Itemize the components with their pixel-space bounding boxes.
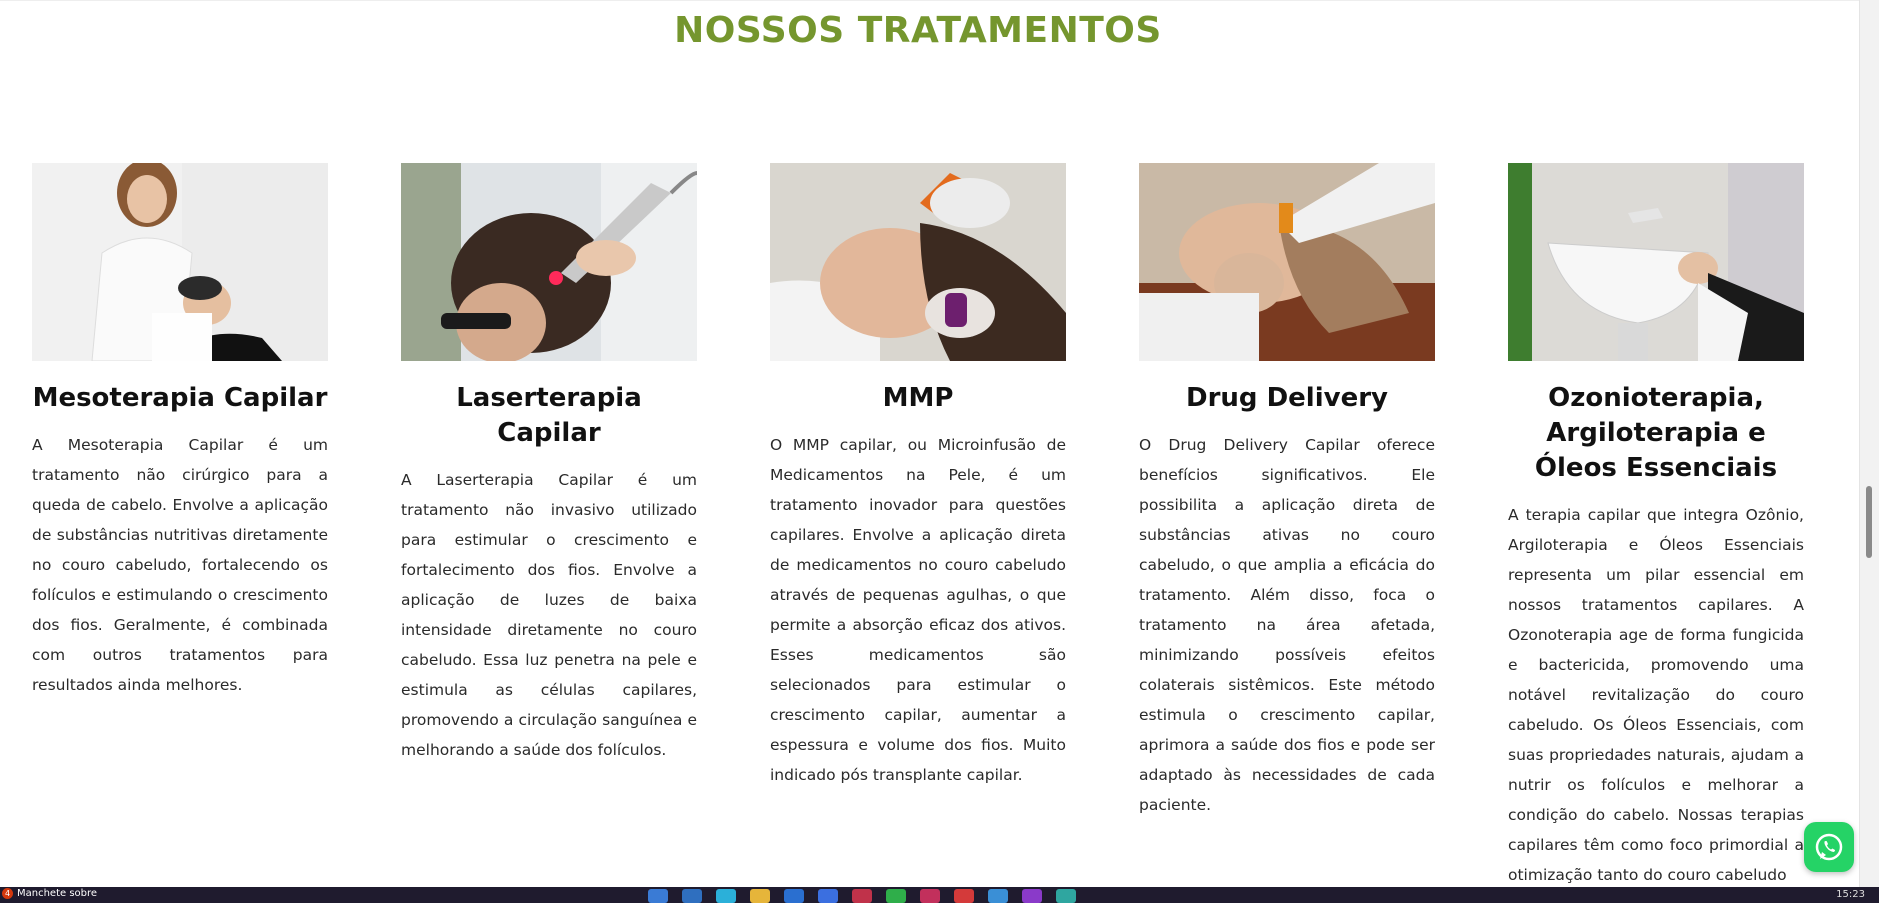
- treatment-title: Ozonioterapia, Argiloterapia e Óleos Ess…: [1534, 383, 1778, 483]
- page: NOSSOS TRATAMENTOS Mesoterapia Capilar A…: [0, 0, 1860, 887]
- treatment-photo: [401, 163, 697, 361]
- treatment-photo: [32, 163, 328, 361]
- whatsapp-taskbar-icon[interactable]: [886, 889, 906, 903]
- treatment-photo: [770, 163, 1066, 361]
- app-icon[interactable]: [1056, 889, 1076, 903]
- search-icon[interactable]: [682, 889, 702, 903]
- vscode-icon[interactable]: [818, 889, 838, 903]
- treatment-description: A terapia capilar que integra Ozônio, Ar…: [1508, 506, 1804, 884]
- treatment-photo: [1139, 163, 1435, 361]
- news-widget[interactable]: 4 Manchete sobre: [2, 888, 97, 899]
- store-icon[interactable]: [784, 889, 804, 903]
- folder-icon[interactable]: [750, 889, 770, 903]
- treatment-title: MMP: [882, 383, 954, 413]
- news-badge: 4: [2, 888, 13, 899]
- app-icon[interactable]: [852, 889, 872, 903]
- news-headline: Manchete sobre: [17, 888, 98, 899]
- treatment-title: Mesoterapia Capilar: [32, 383, 328, 413]
- windows-taskbar: 4 Manchete sobre 15:23: [0, 887, 1879, 903]
- treatment-photo: [1508, 163, 1804, 361]
- top-divider: [0, 0, 1860, 1]
- taskbar-clock: 15:23: [1836, 889, 1865, 900]
- treatment-title: Laserterapia Capilar: [456, 383, 642, 448]
- treatment-card: MMP O MMP capilar, ou Microinfusão de Me…: [770, 163, 1066, 790]
- treatment-description: A Laserterapia Capilar é um tratamento n…: [401, 471, 697, 759]
- scrollbar-thumb[interactable]: [1866, 486, 1872, 558]
- start-icon[interactable]: [648, 889, 668, 903]
- app-icon[interactable]: [1022, 889, 1042, 903]
- treatment-description: O MMP capilar, ou Microinfusão de Medica…: [770, 436, 1066, 784]
- section-title: NOSSOS TRATAMENTOS: [674, 10, 1162, 51]
- whatsapp-icon: [1815, 833, 1843, 861]
- whatsapp-button[interactable]: [1804, 822, 1854, 872]
- treatment-title: Drug Delivery: [1186, 383, 1388, 413]
- page-scrollbar[interactable]: [1859, 0, 1879, 887]
- treatment-description: O Drug Delivery Capilar oferece benefíci…: [1139, 436, 1435, 814]
- mail-icon[interactable]: [954, 889, 974, 903]
- taskbar-apps: [648, 889, 1076, 903]
- edge-icon[interactable]: [716, 889, 736, 903]
- browser-icon[interactable]: [920, 889, 940, 903]
- treatment-description: A Mesoterapia Capilar é um tratamento nã…: [32, 436, 328, 694]
- treatment-card: Mesoterapia Capilar A Mesoterapia Capila…: [32, 163, 328, 700]
- treatment-card: Drug Delivery O Drug Delivery Capilar of…: [1139, 163, 1435, 820]
- calendar-icon[interactable]: [988, 889, 1008, 903]
- treatment-card: Laserterapia Capilar A Laserterapia Capi…: [401, 163, 697, 765]
- treatment-card: Ozonioterapia, Argiloterapia e Óleos Ess…: [1508, 163, 1804, 887]
